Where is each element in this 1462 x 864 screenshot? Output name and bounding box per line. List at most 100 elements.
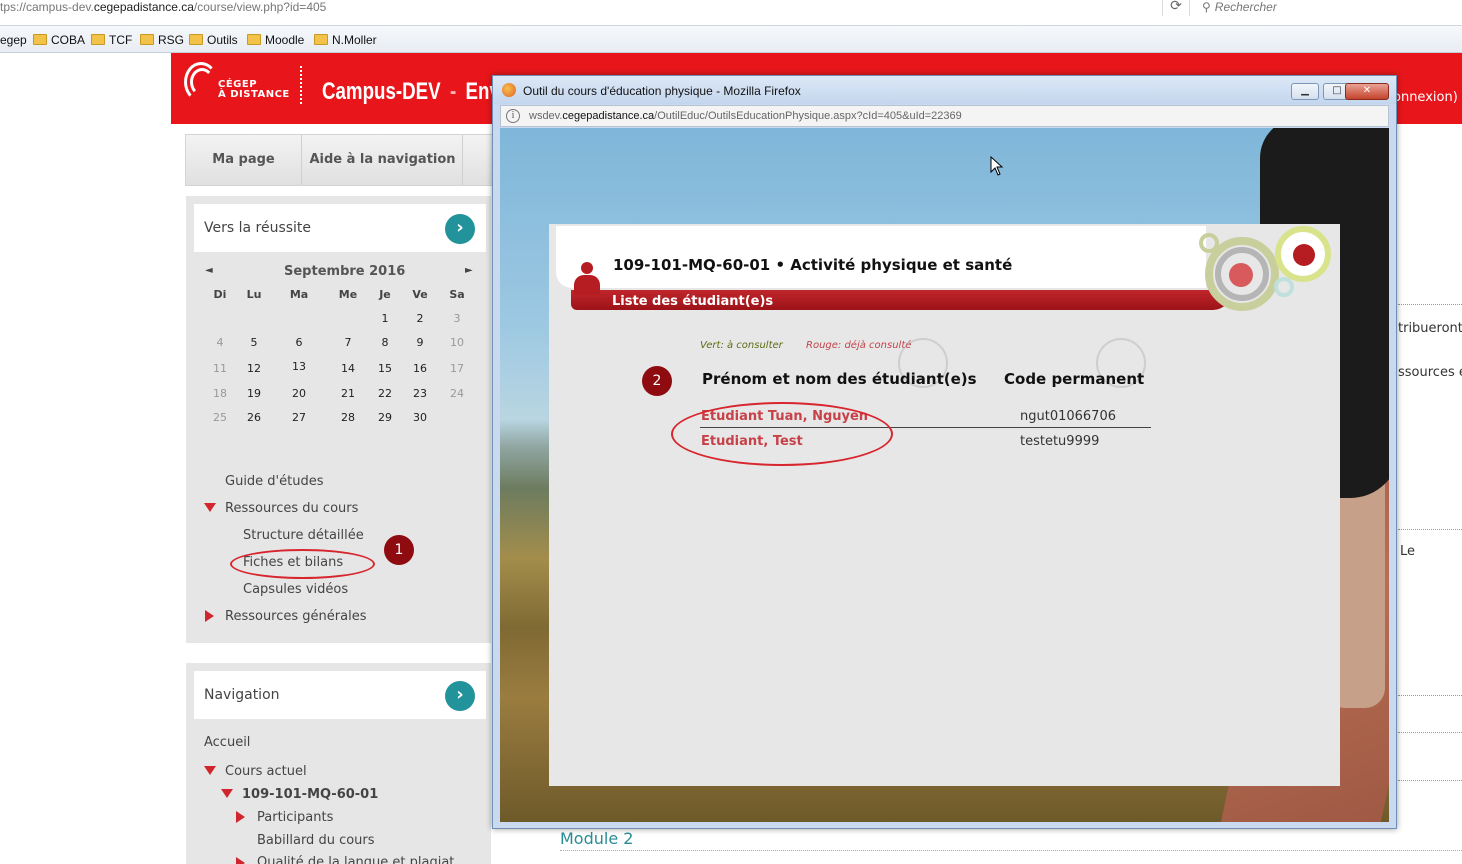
link-ressources-generales[interactable]: Ressources générales	[225, 609, 366, 624]
bookmark-nmoller[interactable]: N.Moller	[314, 32, 377, 48]
chevron-right-icon[interactable]: ›	[445, 681, 475, 711]
calendar-dow: Sa	[449, 288, 465, 301]
content-fragment: ssources e	[1398, 365, 1462, 380]
url-field[interactable]: tps://campus-dev.cegepadistance.ca/cours…	[0, 0, 1160, 16]
bookmark-egep[interactable]: egep	[0, 32, 27, 48]
calendar-day[interactable]: 22	[370, 387, 400, 400]
link-accueil[interactable]: Accueil	[204, 735, 250, 750]
mouse-cursor-icon	[990, 156, 1004, 176]
collapsed-triangle-icon[interactable]	[236, 811, 245, 823]
calendar-day[interactable]: 23	[405, 387, 435, 400]
link-babillard[interactable]: Babillard du cours	[257, 833, 375, 848]
expanded-triangle-icon[interactable]	[204, 766, 216, 775]
collapsed-triangle-icon[interactable]	[236, 857, 245, 864]
popup-title: Outil du cours d'éducation physique - Mo…	[523, 84, 801, 98]
link-ressources-cours[interactable]: Ressources du cours	[225, 501, 358, 516]
calendar-day[interactable]: 13	[284, 360, 314, 373]
column-header-code: Code permanent	[1004, 370, 1145, 388]
minimize-button[interactable]: ▁	[1291, 83, 1319, 100]
block-title: Navigation	[204, 687, 280, 703]
info-icon[interactable]: i	[506, 109, 520, 123]
calendar-day[interactable]: 29	[370, 411, 400, 424]
decorative-ring-icon	[1199, 233, 1219, 253]
calendar-day[interactable]: 20	[284, 387, 314, 400]
bookmark-coba[interactable]: COBA	[33, 32, 85, 48]
search-icon: ⚲	[1202, 0, 1211, 14]
legend-to-consult: Vert: à consulter	[700, 340, 783, 351]
login-link[interactable]: onnexion)	[1393, 90, 1458, 105]
bookmark-outils[interactable]: Outils	[189, 32, 238, 48]
bookmark-tcf[interactable]: TCF	[91, 32, 132, 48]
calendar-day[interactable]: 5	[239, 336, 269, 349]
calendar-day[interactable]: 2	[405, 312, 435, 325]
firefox-icon	[502, 83, 516, 97]
bookmark-label: TCF	[109, 33, 133, 47]
bookmark-rsg[interactable]: RSG	[140, 32, 184, 48]
popup-url-domain: cegepadistance.ca	[562, 110, 655, 122]
calendar-day[interactable]: 26	[239, 411, 269, 424]
close-button[interactable]: ✕	[1345, 83, 1389, 100]
bookmark-moodle[interactable]: Moodle	[247, 32, 304, 48]
calendar-day[interactable]: 25	[205, 411, 235, 424]
calendar-day[interactable]: 1	[370, 312, 400, 325]
link-module-2[interactable]: Module 2	[560, 829, 633, 848]
calendar-next-icon[interactable]: ►	[465, 265, 473, 276]
calendar-day[interactable]: 11	[205, 362, 235, 375]
bookmark-label: egep	[0, 33, 27, 47]
divider	[1398, 529, 1462, 530]
link-participants[interactable]: Participants	[257, 810, 333, 825]
calendar-day[interactable]: 30	[405, 411, 435, 424]
calendar-day[interactable]: 19	[239, 387, 269, 400]
link-qualite-langue[interactable]: Qualité de la langue et plagiat	[257, 855, 454, 864]
decorative-dot-icon	[1293, 244, 1315, 266]
calendar-day[interactable]: 10	[442, 336, 472, 349]
expanded-triangle-icon[interactable]	[221, 789, 233, 798]
calendar-day[interactable]: 14	[333, 362, 363, 375]
popup-address-bar[interactable]: i wsdev.cegepadistance.ca/OutilEduc/Outi…	[500, 105, 1389, 127]
calendar-day[interactable]: 16	[405, 362, 435, 375]
popup-titlebar[interactable]: Outil du cours d'éducation physique - Mo…	[493, 76, 1396, 104]
section-label: Liste des étudiant(e)s	[612, 294, 774, 309]
calendar-day[interactable]: 12	[239, 362, 269, 375]
decorative-dot-icon	[1229, 263, 1253, 287]
calendar-day[interactable]: 28	[333, 411, 363, 424]
url-domain: cegepadistance.ca	[93, 0, 194, 14]
calendar-day[interactable]: 27	[284, 411, 314, 424]
calendar-day[interactable]: 7	[333, 336, 363, 349]
link-structure-detaillee[interactable]: Structure détaillée	[243, 528, 364, 543]
link-course-code[interactable]: 109-101-MQ-60-01	[242, 787, 378, 802]
student-code: testetu9999	[1020, 434, 1100, 449]
collapsed-triangle-icon[interactable]	[205, 610, 214, 622]
calendar-day[interactable]: 8	[370, 336, 400, 349]
link-cours-actuel[interactable]: Cours actuel	[225, 764, 307, 779]
link-guide-etudes[interactable]: Guide d'études	[225, 474, 324, 489]
chevron-right-icon[interactable]: ›	[445, 214, 475, 244]
person-silhouette-body	[574, 275, 600, 295]
block-header: Navigation ›	[194, 671, 486, 719]
nav-ma-page[interactable]: Ma page	[186, 135, 302, 185]
calendar-day[interactable]: 15	[370, 362, 400, 375]
link-capsules-videos[interactable]: Capsules vidéos	[243, 582, 348, 597]
nav-aide-navigation[interactable]: Aide à la navigation	[303, 135, 463, 185]
divider	[1398, 304, 1462, 305]
calendar-prev-icon[interactable]: ◄	[205, 265, 213, 276]
search-placeholder: Rechercher	[1214, 0, 1277, 14]
folder-icon	[189, 34, 203, 45]
calendar-day[interactable]: 4	[205, 336, 235, 349]
popup-url-prefix: wsdev.	[529, 110, 563, 122]
search-input[interactable]: ⚲ Rechercher	[1198, 0, 1462, 16]
browser-url-bar[interactable]: tps://campus-dev.cegepadistance.ca/cours…	[0, 0, 1462, 26]
legend-consulted: Rouge: déjà consulté	[806, 340, 912, 351]
calendar-day[interactable]: 3	[442, 312, 472, 325]
calendar-day[interactable]: 18	[205, 387, 235, 400]
calendar-day[interactable]: 24	[442, 387, 472, 400]
reload-icon[interactable]: ⟳	[1162, 0, 1190, 16]
site-logo[interactable]: CÉGEP À DISTANCE	[184, 62, 294, 104]
expanded-triangle-icon[interactable]	[204, 503, 216, 512]
calendar-day[interactable]: 21	[333, 387, 363, 400]
calendar-day[interactable]: 9	[405, 336, 435, 349]
calendar-day[interactable]: 17	[442, 362, 472, 375]
calendar-day[interactable]: 6	[284, 336, 314, 349]
bookmark-label: COBA	[51, 33, 86, 47]
annotation-ellipse-fiches	[230, 549, 375, 579]
